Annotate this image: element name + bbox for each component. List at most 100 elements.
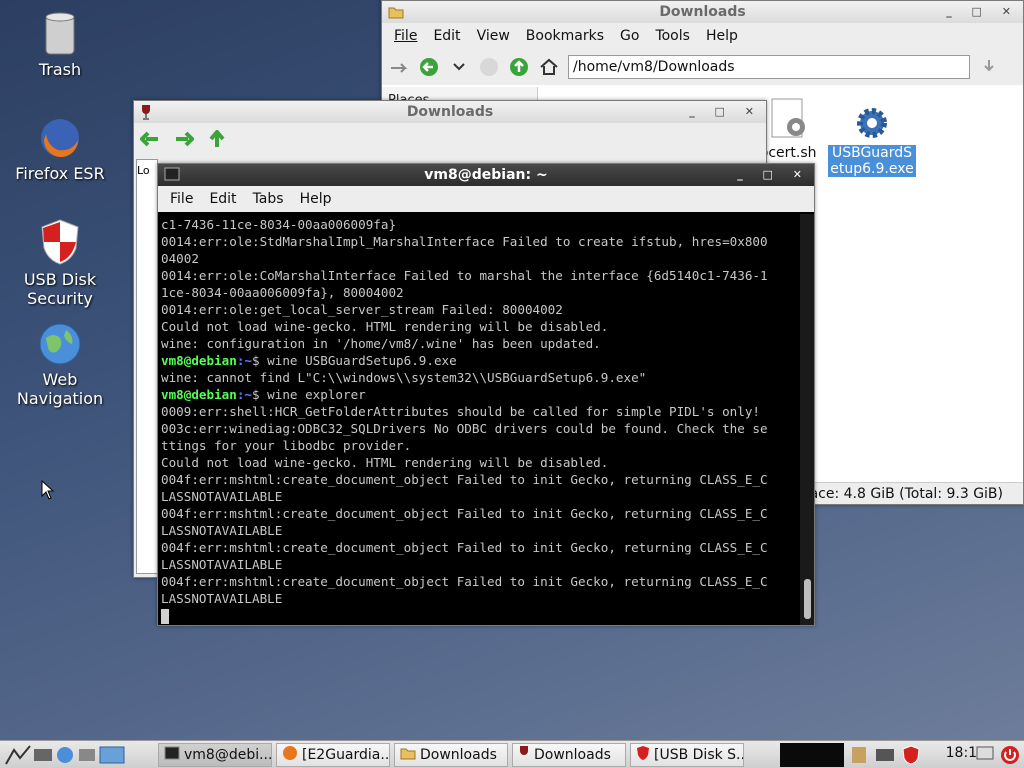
menu-go[interactable]: Go xyxy=(612,28,647,44)
menu-bookmarks[interactable]: Bookmarks xyxy=(518,28,612,44)
menu-help[interactable]: Help xyxy=(698,28,746,44)
go-icon xyxy=(984,60,994,72)
menu-view[interactable]: View xyxy=(469,28,518,44)
terminal-line: 004f:err:mshtml:create_document_object F… xyxy=(161,472,768,487)
gear-icon xyxy=(857,108,887,138)
terminal-titlebar[interactable]: vm8@debian: ~ _ □ ✕ xyxy=(158,164,814,186)
file-manager-launcher-icon[interactable] xyxy=(76,745,98,765)
desktop-icon-web-navigation[interactable]: Web Navigation xyxy=(10,322,110,408)
terminal-line: Could not load wine-gecko. HTML renderin… xyxy=(161,319,609,334)
terminal-line: ttings for your libodbc provider. xyxy=(161,438,412,453)
terminal-icon xyxy=(164,167,180,181)
forward-arrow-icon[interactable] xyxy=(174,131,194,147)
location-label: Lo xyxy=(137,164,150,177)
desktop-icon-label: Web Navigation xyxy=(16,370,104,408)
wine-explorer-titlebar[interactable]: Downloads _ □ ✕ xyxy=(134,101,766,123)
terminal-line: LASSNOTAVAILABLE xyxy=(161,523,283,538)
desktop-icon-trash[interactable]: Trash xyxy=(10,12,110,79)
terminal-line: 004f:err:mshtml:create_document_object F… xyxy=(161,506,768,521)
desktop-icon-usb-disk-security[interactable]: USB Disk Security xyxy=(10,218,110,308)
terminal-window[interactable]: vm8@debian: ~ _ □ ✕ File Edit Tabs Help … xyxy=(157,163,815,626)
terminal-line: 0014:err:ole:get_local_server_stream Fai… xyxy=(161,302,563,317)
scrollbar-thumb[interactable] xyxy=(804,579,811,619)
show-desktop-icon[interactable] xyxy=(32,745,54,765)
firefox-icon xyxy=(41,119,79,157)
folder-icon xyxy=(388,7,404,19)
taskbar-task[interactable]: Downloads xyxy=(512,742,626,767)
window-controls[interactable]: _ □ ✕ xyxy=(737,164,810,186)
command-text: $ wine USBGuardSetup6.9.exe xyxy=(252,353,457,368)
taskbar-task[interactable]: Downloads xyxy=(394,742,508,767)
menu-icon[interactable] xyxy=(4,744,32,766)
menu-edit[interactable]: Edit xyxy=(425,28,468,44)
prompt-path: :~ xyxy=(236,353,252,368)
file-manager-toolbar: /home/vm8/Downloads xyxy=(382,49,1023,85)
menu-file[interactable]: File xyxy=(162,191,201,207)
file-item-selected[interactable]: USBGuardSetup6.9.exe xyxy=(826,105,918,177)
taskbar-task[interactable]: [E2Guardia... xyxy=(276,742,390,767)
firefox-icon xyxy=(282,745,298,765)
back-button[interactable] xyxy=(418,56,440,78)
terminal-scrollbar[interactable] xyxy=(800,214,814,625)
window-controls[interactable]: _ □ ✕ xyxy=(946,1,1019,23)
display-icon[interactable] xyxy=(976,745,994,763)
taskbar-task[interactable]: [USB Disk S... xyxy=(630,742,744,767)
back-arrow-icon[interactable] xyxy=(140,131,160,147)
taskbar-task[interactable]: vm8@debi... xyxy=(158,742,272,767)
up-button[interactable] xyxy=(508,56,530,78)
terminal-line: 04002 xyxy=(161,251,199,266)
shield-icon xyxy=(41,219,79,265)
menu-file[interactable]: File xyxy=(386,28,425,44)
folder-tree[interactable]: Lo xyxy=(136,159,158,574)
desktop-icon-label: USB Disk Security xyxy=(23,270,97,308)
network-icon[interactable] xyxy=(874,745,896,765)
menu-edit[interactable]: Edit xyxy=(201,191,244,207)
terminal-line: Could not load wine-gecko. HTML renderin… xyxy=(161,455,609,470)
trash-icon xyxy=(45,12,75,55)
taskbar-task-label: Downloads xyxy=(420,746,497,763)
file-manager-titlebar[interactable]: Downloads _ □ ✕ xyxy=(382,1,1023,23)
text-cursor xyxy=(161,609,169,624)
workspace-icon[interactable] xyxy=(98,745,126,765)
address-bar[interactable]: /home/vm8/Downloads xyxy=(568,55,970,79)
back-arrow-icon xyxy=(420,58,438,76)
menu-tabs[interactable]: Tabs xyxy=(245,191,292,207)
window-controls[interactable]: _ □ ✕ xyxy=(689,101,762,123)
home-button[interactable] xyxy=(538,56,560,78)
wine-icon xyxy=(518,745,530,765)
mouse-pointer-icon xyxy=(41,480,55,500)
window-title: Downloads xyxy=(406,104,494,120)
terminal-line: 1ce-8034-00aa006009fa}, 80004002 xyxy=(161,285,404,300)
terminal-line: 004f:err:mshtml:create_document_object F… xyxy=(161,574,768,589)
desktop-icon-label: Trash xyxy=(38,60,82,79)
wine-icon xyxy=(142,105,150,120)
up-arrow-icon[interactable] xyxy=(208,130,226,148)
terminal-output[interactable]: c1-7436-11ce-8034-00aa006009fa} 0014:err:… xyxy=(159,214,801,625)
chevron-down-icon xyxy=(453,63,465,71)
menu-tools[interactable]: Tools xyxy=(647,28,698,44)
terminal-line: LASSNOTAVAILABLE xyxy=(161,591,283,606)
go-button[interactable] xyxy=(978,56,1000,78)
taskbar: vm8@debi... [E2Guardia... Downloads Downloa… xyxy=(0,740,1024,768)
terminal-line: c1-7436-11ce-8034-00aa006009fa} xyxy=(161,217,397,232)
terminal-line: 0014:err:ole:StdMarshalImpl_MarshalInter… xyxy=(161,234,768,249)
globe-icon[interactable] xyxy=(54,745,76,765)
archive-icon[interactable] xyxy=(850,745,868,765)
history-dropdown[interactable] xyxy=(448,56,470,78)
terminal-icon xyxy=(164,746,180,764)
menu-help[interactable]: Help xyxy=(292,191,340,207)
power-icon[interactable] xyxy=(1000,745,1020,765)
terminal-line: 0009:err:shell:HCR_GetFolderAttributes s… xyxy=(161,404,760,419)
new-tab-icon xyxy=(391,63,408,73)
terminal-line: LASSNOTAVAILABLE xyxy=(161,557,283,572)
task-list: vm8@debi... [E2Guardia... Downloads Downloa… xyxy=(154,742,744,767)
new-tab-button[interactable] xyxy=(388,56,410,78)
window-title: vm8@debian: ~ xyxy=(424,167,548,183)
desktop-icon-firefox[interactable]: Firefox ESR xyxy=(10,116,110,183)
shield-icon[interactable] xyxy=(902,745,920,765)
up-arrow-icon xyxy=(510,58,528,76)
forward-button[interactable] xyxy=(478,56,500,78)
home-icon xyxy=(540,58,558,75)
window-title: Downloads xyxy=(659,4,746,20)
file-name: pcert.sh xyxy=(759,145,817,161)
